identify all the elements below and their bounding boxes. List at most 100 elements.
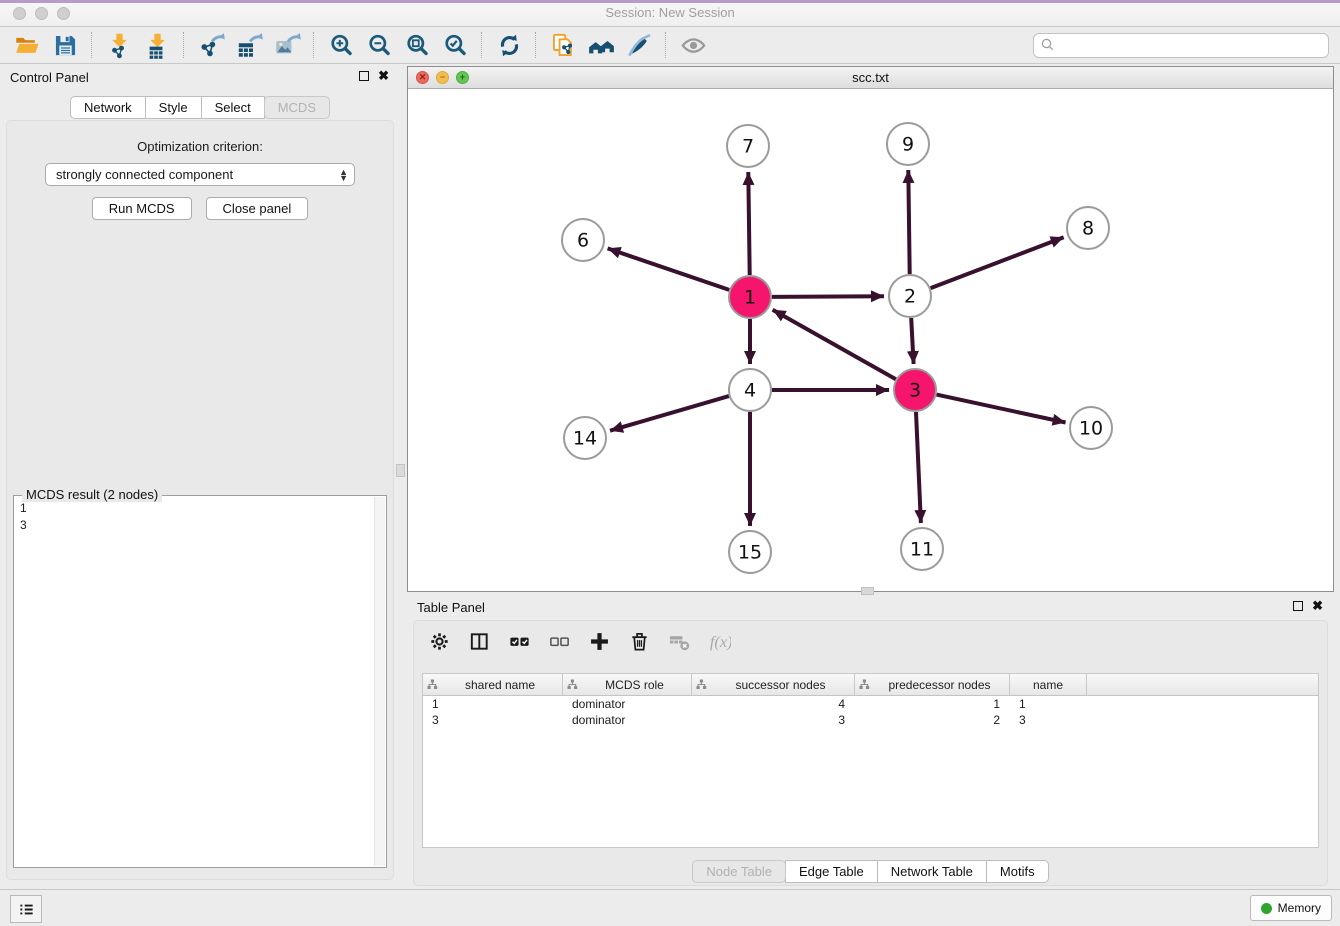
tab-style[interactable]: Style: [145, 96, 202, 119]
zoom-selected-button[interactable]: [436, 30, 474, 61]
tab-edge-table[interactable]: Edge Table: [785, 860, 878, 883]
tab-select[interactable]: Select: [201, 96, 265, 119]
edge-1-2[interactable]: [772, 296, 884, 297]
close-panel-button[interactable]: Close panel: [206, 197, 309, 220]
edge-1-6[interactable]: [608, 248, 730, 290]
node-2[interactable]: 2: [889, 275, 931, 317]
float-panel-icon[interactable]: [359, 71, 369, 81]
cell-predecessor-nodes[interactable]: 2: [855, 713, 1010, 727]
result-scrollbar[interactable]: [374, 497, 385, 866]
tab-node-table[interactable]: Node Table: [692, 860, 786, 883]
close-table-panel-icon[interactable]: ✖: [1312, 598, 1323, 614]
houses-icon: [588, 32, 615, 59]
node-1[interactable]: 1: [729, 276, 771, 318]
cell-predecessor-nodes[interactable]: 1: [855, 697, 1010, 711]
edge-1-7[interactable]: [748, 172, 749, 275]
cell-name[interactable]: 3: [1010, 713, 1087, 727]
toggle-graphics-details-button[interactable]: [620, 30, 658, 61]
node-7[interactable]: 7: [727, 125, 769, 167]
close-panel-icon[interactable]: ✖: [378, 68, 389, 84]
table-row[interactable]: 1dominator411: [423, 696, 1318, 712]
cell-successor-nodes[interactable]: 4: [692, 697, 855, 711]
settings-gear-button[interactable]: [426, 628, 453, 655]
function-builder-icon: f(x): [708, 630, 731, 653]
edge-3-10[interactable]: [937, 395, 1066, 423]
network-canvas[interactable]: 7 9 6 8 1 2 4 3 14 10 15 11: [408, 88, 1333, 591]
zoom-out-button[interactable]: [360, 30, 398, 61]
refresh-layout-icon: [496, 32, 523, 59]
edge-2-9[interactable]: [908, 170, 909, 274]
memory-status-icon: [1261, 903, 1272, 914]
node-6[interactable]: 6: [562, 219, 604, 261]
network-window-titlebar[interactable]: ✕ − + scc.txt: [408, 67, 1333, 89]
select-all-checkboxes-button[interactable]: [506, 628, 533, 655]
main-toolbar: [0, 27, 1340, 64]
export-image-button[interactable]: [268, 30, 306, 61]
tab-motifs[interactable]: Motifs: [986, 860, 1049, 883]
add-row-button[interactable]: [586, 628, 613, 655]
node-3[interactable]: 3: [894, 369, 936, 411]
duplicate-network-icon: [550, 32, 577, 59]
optimization-criterion-select[interactable]: strongly connected component ▲▼: [45, 163, 355, 186]
export-table-button[interactable]: [230, 30, 268, 61]
save-session-button[interactable]: [46, 30, 84, 61]
column-header-successor-nodes[interactable]: successor nodes: [692, 674, 855, 695]
vertical-splitter-handle[interactable]: [396, 464, 405, 477]
table-row[interactable]: 3dominator323: [423, 712, 1318, 728]
node-10[interactable]: 10: [1070, 407, 1112, 449]
houses-button[interactable]: [582, 30, 620, 61]
memory-button[interactable]: Memory: [1250, 895, 1332, 921]
zoom-in-button[interactable]: [322, 30, 360, 61]
export-network-button[interactable]: [192, 30, 230, 61]
delete-row-button[interactable]: [626, 628, 653, 655]
zoom-fit-button[interactable]: [398, 30, 436, 61]
import-table-button[interactable]: [138, 30, 176, 61]
cell-successor-nodes[interactable]: 3: [692, 713, 855, 727]
search-input[interactable]: [1057, 33, 1328, 58]
float-table-panel-icon[interactable]: [1293, 601, 1303, 611]
zoom-selected-icon: [442, 32, 469, 59]
mcds-result-text[interactable]: 13: [16, 498, 374, 865]
node-4[interactable]: 4: [729, 369, 771, 411]
control-panel-header: Control Panel ✖: [0, 64, 400, 90]
table-body: 1dominator4113dominator323: [423, 696, 1318, 728]
run-mcds-button[interactable]: Run MCDS: [92, 197, 192, 220]
duplicate-network-button[interactable]: [544, 30, 582, 61]
table-panel-header: Table Panel ✖: [407, 594, 1334, 620]
split-columns-button[interactable]: [466, 628, 493, 655]
column-label: MCDS role: [578, 678, 691, 692]
cell-shared-name[interactable]: 3: [423, 713, 563, 727]
open-session-button[interactable]: [8, 30, 46, 61]
edge-2-3[interactable]: [911, 318, 913, 364]
column-header-shared-name[interactable]: shared name: [423, 674, 563, 695]
tab-network[interactable]: Network: [70, 96, 146, 119]
edge-3-11[interactable]: [916, 412, 921, 523]
cell-shared-name[interactable]: 1: [423, 697, 563, 711]
cell-name[interactable]: 1: [1010, 697, 1087, 711]
node-15[interactable]: 15: [729, 531, 771, 573]
node-9[interactable]: 9: [887, 123, 929, 165]
edge-3-1[interactable]: [773, 310, 896, 379]
node-11[interactable]: 11: [901, 528, 943, 570]
node-14[interactable]: 14: [564, 417, 606, 459]
column-header-mcds-role[interactable]: MCDS role: [563, 674, 692, 695]
table-toolbar: f(x): [426, 628, 733, 655]
export-network-icon: [198, 32, 225, 59]
node-8[interactable]: 8: [1067, 207, 1109, 249]
clear-checkboxes-button[interactable]: [546, 628, 573, 655]
column-header-predecessor-nodes[interactable]: predecessor nodes: [855, 674, 1010, 695]
column-header-name[interactable]: name: [1010, 674, 1087, 695]
cell-mcds-role[interactable]: dominator: [563, 713, 692, 727]
edge-4-14[interactable]: [610, 396, 729, 431]
tab-network-table[interactable]: Network Table: [877, 860, 987, 883]
settings-gear-icon: [428, 630, 451, 653]
search-box[interactable]: [1033, 33, 1329, 58]
status-bar: Memory: [0, 889, 1340, 926]
tab-mcds[interactable]: MCDS: [264, 96, 330, 119]
edge-2-8[interactable]: [931, 237, 1064, 288]
add-row-icon: [588, 630, 611, 653]
import-network-button[interactable]: [100, 30, 138, 61]
refresh-layout-button[interactable]: [490, 30, 528, 61]
task-history-button[interactable]: [10, 895, 42, 923]
cell-mcds-role[interactable]: dominator: [563, 697, 692, 711]
